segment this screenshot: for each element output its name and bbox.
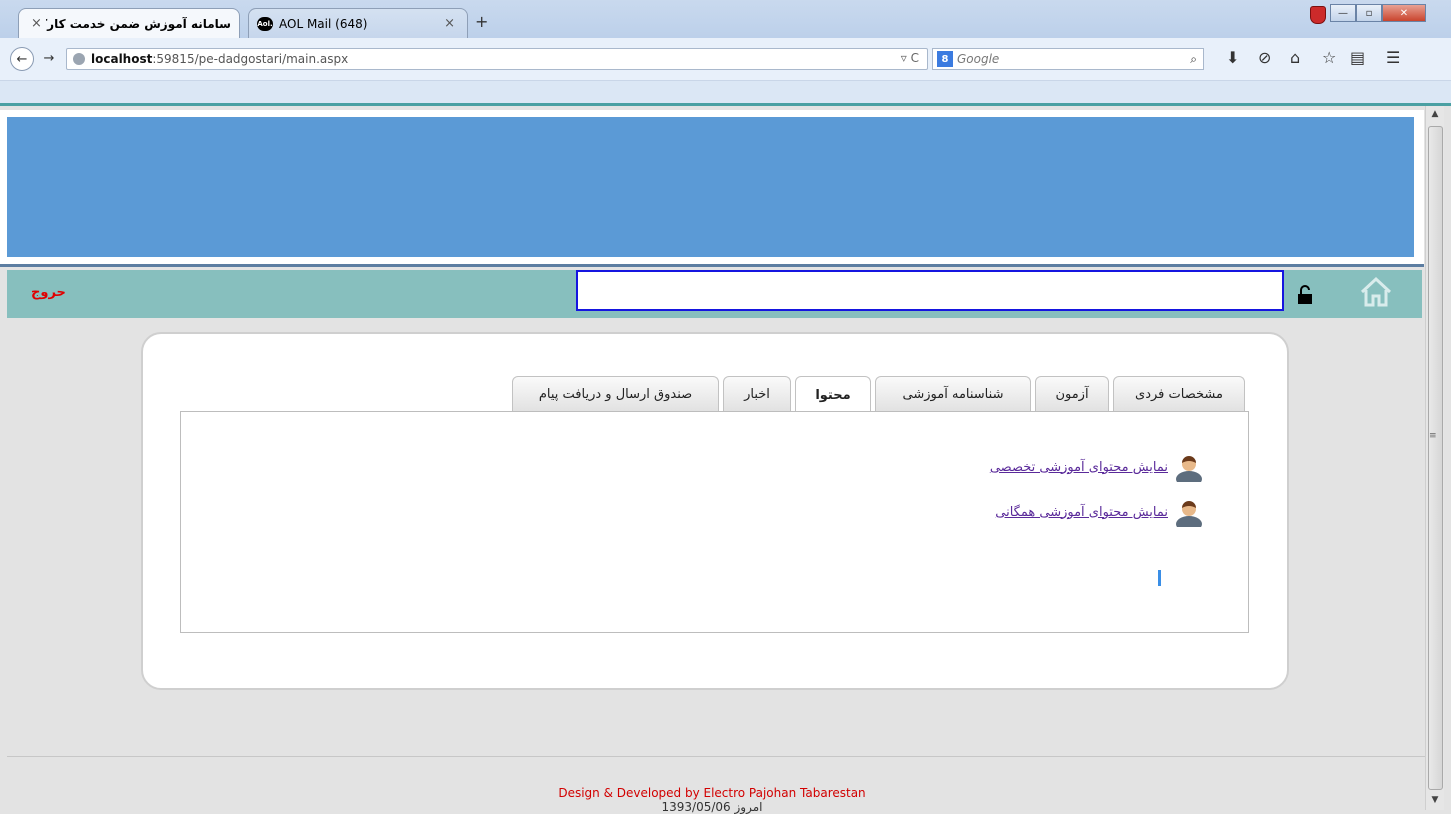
back-icon[interactable]: ← bbox=[10, 47, 34, 71]
tab-personal-info[interactable]: مشخصات فردی bbox=[1113, 376, 1245, 412]
list-item: نمایش محتوای آموزشی همگانی bbox=[995, 497, 1204, 527]
browser-tab-aol[interactable]: Aol. AOL Mail (648) × bbox=[248, 8, 468, 38]
footer-date: امروز 1393/05/06 bbox=[661, 800, 763, 814]
addon-icon[interactable]: ⊘ bbox=[1258, 48, 1271, 67]
reload-icon[interactable]: ▿ C bbox=[901, 51, 919, 65]
menu-icon[interactable]: ☰ bbox=[1386, 48, 1400, 67]
text-cursor bbox=[1158, 570, 1161, 586]
browser-tab-active[interactable]: سامانه آموزش ضمن خدمت کارکنان × bbox=[18, 8, 240, 38]
url-host: localhost bbox=[91, 52, 153, 66]
site-toolbar: حروج bbox=[7, 270, 1422, 318]
tab-education-record[interactable]: شناسنامه آموزشی bbox=[875, 376, 1031, 412]
footer-divider bbox=[7, 756, 1425, 757]
window-controls: — ▫ ✕ bbox=[1330, 4, 1426, 22]
specialized-content-link[interactable]: نمایش محتوای آموزشی تخصصی bbox=[990, 460, 1168, 475]
minimize-button[interactable]: — bbox=[1330, 4, 1356, 22]
user-avatar-icon bbox=[1176, 501, 1202, 527]
shield-icon[interactable] bbox=[1310, 6, 1326, 24]
browser-tabstrip: سامانه آموزش ضمن خدمت کارکنان × Aol. AOL… bbox=[0, 0, 1451, 38]
browser-navbar: ← → localhost:59815/pe-dadgostari/main.a… bbox=[0, 38, 1451, 81]
download-icon[interactable]: ⬇ bbox=[1226, 48, 1239, 67]
toolbar-gap bbox=[0, 81, 1451, 103]
scroll-grip-icon: ≡ bbox=[1429, 431, 1437, 441]
search-bar[interactable]: 8 Google ⌕ bbox=[932, 48, 1204, 70]
chrome-separator bbox=[0, 103, 1451, 106]
tab-title: AOL Mail (648) bbox=[279, 16, 368, 31]
footer-credit: Design & Developed by Electro Pajohan Ta… bbox=[558, 786, 866, 800]
site-banner bbox=[7, 117, 1414, 257]
scroll-up-icon[interactable]: ▲ bbox=[1426, 106, 1444, 122]
search-icon[interactable]: ⌕ bbox=[1190, 52, 1203, 67]
scroll-thumb[interactable] bbox=[1428, 126, 1443, 790]
maximize-button[interactable]: ▫ bbox=[1356, 4, 1382, 22]
tab-exam[interactable]: آزمون bbox=[1035, 376, 1109, 412]
tab-content[interactable]: محتوا bbox=[795, 376, 871, 413]
user-avatar-icon bbox=[1176, 456, 1202, 482]
user-info-box bbox=[576, 270, 1284, 311]
home-icon[interactable] bbox=[1359, 276, 1393, 308]
logout-link[interactable]: حروج bbox=[31, 285, 66, 300]
forward-icon[interactable]: → bbox=[40, 47, 58, 69]
list-item: نمایش محتوای آموزشی تخصصی bbox=[990, 452, 1204, 482]
globe-icon bbox=[73, 53, 85, 65]
tab-close-icon[interactable]: × bbox=[440, 16, 459, 31]
general-content-link[interactable]: نمایش محتوای آموزشی همگانی bbox=[995, 505, 1168, 520]
home-browser-icon[interactable]: ⌂ bbox=[1290, 48, 1300, 67]
new-tab-button[interactable]: + bbox=[475, 12, 488, 31]
scroll-down-icon[interactable]: ▼ bbox=[1426, 792, 1444, 808]
tab-title: سامانه آموزش ضمن خدمت کارکنان bbox=[46, 16, 231, 31]
search-engine-icon[interactable]: 8 bbox=[937, 51, 953, 67]
bookmark-star-icon[interactable]: ☆ bbox=[1322, 48, 1336, 67]
aol-icon: Aol. bbox=[257, 16, 273, 31]
vertical-scrollbar[interactable]: ▲ ≡ ▼ bbox=[1425, 106, 1444, 810]
bookmarks-list-icon[interactable]: ▤ bbox=[1350, 48, 1365, 67]
tab-news[interactable]: اخبار bbox=[723, 376, 791, 412]
window-close-button[interactable]: ✕ bbox=[1382, 4, 1426, 22]
unlock-icon[interactable] bbox=[1297, 285, 1313, 305]
url-path: :59815/pe-dadgostari/main.aspx bbox=[152, 52, 349, 66]
content-tabs: مشخصات فردی آزمون شناسنامه آموزشی محتوا … bbox=[512, 376, 1245, 413]
search-input[interactable]: Google bbox=[957, 52, 1190, 66]
tab-messages[interactable]: صندوق ارسال و دریافت پیام bbox=[512, 376, 719, 412]
url-bar[interactable]: localhost:59815/pe-dadgostari/main.aspx … bbox=[66, 48, 928, 70]
tab-close-icon[interactable]: × bbox=[27, 16, 46, 31]
